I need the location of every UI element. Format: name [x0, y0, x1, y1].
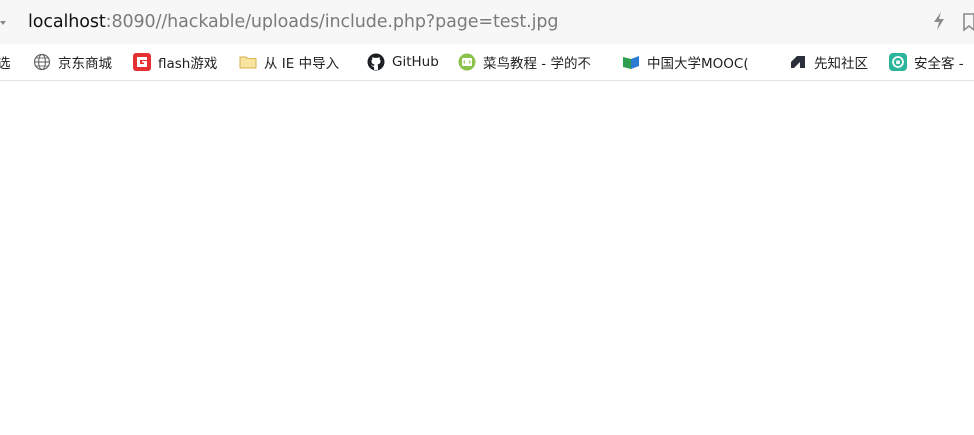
globe-icon — [33, 53, 51, 71]
bookmark-label: 菜鸟教程 - 学的不 — [483, 56, 591, 72]
runoob-icon — [458, 53, 476, 71]
bookmark-item-partial[interactable]: 选 — [0, 44, 19, 80]
bookmarks-bar: 选 京东商城 flash游戏 从 IE 中导入 GitHub 菜鸟教程 - 学的… — [0, 44, 974, 81]
url-path: :8090//hackable/uploads/include.php?page… — [105, 12, 559, 32]
bookmark-label: 京东商城 — [58, 56, 112, 72]
lightning-icon[interactable] — [932, 11, 946, 31]
bookmark-label: GitHub — [392, 54, 439, 70]
bookmark-label: 中国大学MOOC( — [647, 56, 749, 72]
url-host: localhost — [28, 12, 106, 32]
mooc-book-icon — [622, 53, 640, 71]
bookmark-item-anquanke[interactable]: 安全客 - — [889, 44, 974, 80]
page-content — [0, 81, 974, 435]
github-icon — [367, 53, 385, 71]
bookmark-label: 先知社区 — [814, 56, 868, 72]
dropdown-arrow-icon[interactable] — [0, 14, 9, 26]
bookmark-label: 安全客 - — [914, 56, 964, 72]
bookmark-item-github[interactable]: GitHub — [367, 44, 447, 80]
bookmark-label: 选 — [0, 56, 11, 72]
folder-icon — [239, 53, 257, 71]
bookmark-item-mooc[interactable]: 中国大学MOOC( — [622, 44, 774, 80]
anquanke-icon — [889, 53, 907, 71]
bookmark-item-xianzhi[interactable]: 先知社区 — [789, 44, 879, 80]
url-field[interactable]: localhost:8090//hackable/uploads/include… — [28, 11, 559, 33]
bookmark-label: 从 IE 中导入 — [264, 56, 340, 72]
bookmark-item-flash[interactable]: flash游戏 — [133, 44, 229, 80]
bookmark-item-ie-import[interactable]: 从 IE 中导入 — [239, 44, 359, 80]
bookmark-icon[interactable] — [963, 12, 974, 32]
bookmark-label: flash游戏 — [158, 56, 218, 72]
bookmark-item-runoob[interactable]: 菜鸟教程 - 学的不 — [458, 44, 608, 80]
flash-game-logo-icon — [133, 53, 151, 71]
address-bar[interactable]: localhost:8090//hackable/uploads/include… — [0, 0, 974, 44]
xianzhi-icon — [789, 53, 807, 71]
bookmark-item-jd[interactable]: 京东商城 — [33, 44, 125, 80]
browser-window: localhost:8090//hackable/uploads/include… — [0, 0, 974, 435]
